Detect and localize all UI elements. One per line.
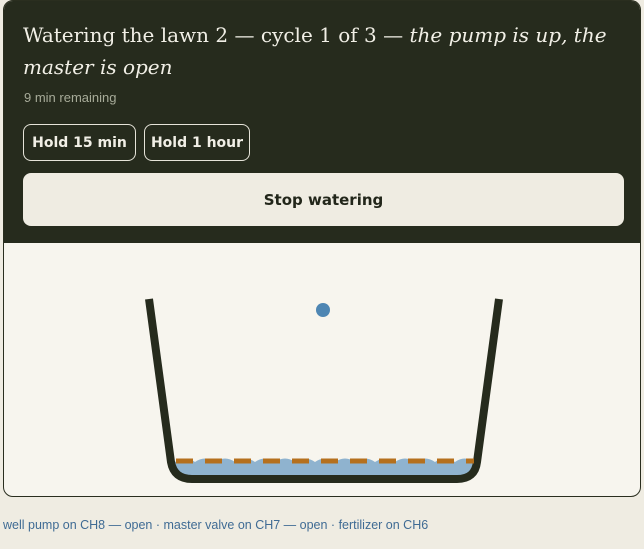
channel-status-line: well pump on CH8 — open · master valve o…	[3, 518, 429, 532]
water-droplet-icon	[316, 303, 330, 317]
watering-visual	[145, 298, 503, 483]
status-title: Watering the lawn 2 — cycle 1 of 3 — the…	[23, 19, 623, 83]
watering-card: Watering the lawn 2 — cycle 1 of 3 — the…	[3, 0, 641, 497]
planter-tray-icon	[145, 298, 503, 483]
hold-15-min-button[interactable]: Hold 15 min	[23, 124, 136, 161]
status-header: Watering the lawn 2 — cycle 1 of 3 — the…	[4, 1, 640, 243]
status-title-main: Watering the lawn 2 — cycle 1 of 3 —	[23, 23, 410, 47]
stop-watering-button[interactable]: Stop watering	[23, 173, 624, 226]
time-remaining: 9 min remaining	[24, 90, 117, 105]
tray-outline	[145, 298, 503, 483]
hold-1-hour-button[interactable]: Hold 1 hour	[144, 124, 250, 161]
